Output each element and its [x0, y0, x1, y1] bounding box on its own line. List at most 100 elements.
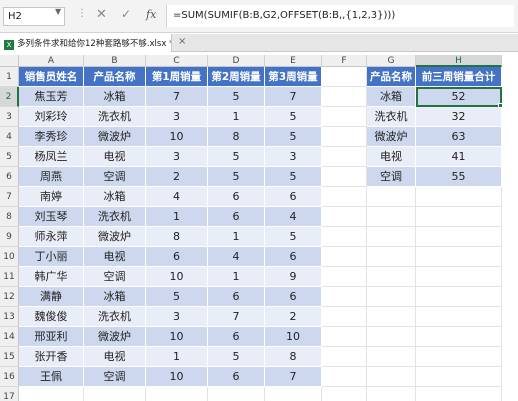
cell[interactable] [322, 127, 367, 147]
table-cell[interactable]: 张开香 [19, 347, 84, 367]
cell[interactable] [367, 207, 416, 227]
table-cell[interactable]: 空调 [84, 167, 146, 187]
table-cell[interactable]: 冰箱 [84, 287, 146, 307]
column-header[interactable]: G [367, 55, 416, 67]
cell[interactable] [416, 387, 502, 401]
table-cell[interactable]: 5 [265, 127, 322, 147]
table-cell[interactable]: 10 [146, 367, 208, 387]
column-header[interactable]: H [416, 55, 502, 67]
column-header[interactable]: B [84, 55, 146, 67]
table-cell[interactable]: 7 [265, 87, 322, 107]
table-cell[interactable]: 6 [146, 247, 208, 267]
cell[interactable] [322, 327, 367, 347]
row-header[interactable]: 12 [0, 287, 19, 307]
table-cell[interactable]: 1 [146, 207, 208, 227]
cell[interactable] [322, 267, 367, 287]
table-cell[interactable]: 1 [146, 347, 208, 367]
table-cell[interactable]: 空调 [84, 367, 146, 387]
cell[interactable] [367, 387, 416, 401]
table-cell[interactable]: 洗衣机 [84, 107, 146, 127]
select-all-corner[interactable] [0, 55, 19, 67]
table-cell[interactable]: 洗衣机 [84, 207, 146, 227]
cell[interactable] [322, 247, 367, 267]
column-header[interactable]: F [322, 55, 367, 67]
cell[interactable] [146, 387, 208, 401]
cell[interactable] [367, 347, 416, 367]
row-header[interactable]: 2 [0, 87, 19, 107]
table-cell[interactable]: 满静 [19, 287, 84, 307]
summary-cell[interactable]: 32 [416, 107, 502, 127]
table-cell[interactable]: 魏俊俊 [19, 307, 84, 327]
cell[interactable] [367, 227, 416, 247]
table-cell[interactable]: 微波炉 [84, 227, 146, 247]
summary-cell[interactable]: 空调 [367, 167, 416, 187]
cell[interactable] [322, 367, 367, 387]
summary-cell[interactable]: 63 [416, 127, 502, 147]
cell[interactable] [208, 387, 265, 401]
document-tab[interactable]: X 多列条件求和给你12种套路够不够.xlsx * [0, 34, 172, 52]
cell[interactable] [322, 107, 367, 127]
table-cell[interactable]: 6 [208, 207, 265, 227]
cell[interactable] [322, 307, 367, 327]
cell[interactable] [367, 247, 416, 267]
table-cell[interactable]: 刘彩玲 [19, 107, 84, 127]
table-cell[interactable]: 冰箱 [84, 187, 146, 207]
table-cell[interactable]: 1 [208, 107, 265, 127]
table-cell[interactable]: 3 [146, 107, 208, 127]
cell[interactable] [416, 267, 502, 287]
column-header[interactable]: E [265, 55, 322, 67]
table-cell[interactable]: 10 [146, 327, 208, 347]
table-cell[interactable]: 王佩 [19, 367, 84, 387]
insert-function-icon[interactable]: fx [146, 8, 156, 21]
table-header-cell[interactable]: 第2周销量 [208, 67, 265, 87]
table-cell[interactable]: 2 [265, 307, 322, 327]
column-header[interactable]: C [146, 55, 208, 67]
cancel-icon[interactable]: ✕ [96, 7, 107, 22]
cell[interactable] [322, 87, 367, 107]
cell[interactable] [367, 307, 416, 327]
summary-cell[interactable]: 52 [416, 87, 502, 107]
table-cell[interactable]: 10 [265, 327, 322, 347]
row-header[interactable]: 13 [0, 307, 19, 327]
table-cell[interactable]: 4 [208, 247, 265, 267]
fill-handle[interactable] [498, 103, 503, 108]
table-cell[interactable]: 6 [208, 187, 265, 207]
cell[interactable] [322, 147, 367, 167]
row-header[interactable]: 16 [0, 367, 19, 387]
table-cell[interactable]: 5 [265, 227, 322, 247]
row-header[interactable]: 1 [0, 67, 19, 87]
table-cell[interactable]: 杨凤兰 [19, 147, 84, 167]
cell[interactable] [322, 167, 367, 187]
cell[interactable] [84, 387, 146, 401]
table-cell[interactable]: 5 [146, 287, 208, 307]
row-header[interactable]: 6 [0, 167, 19, 187]
chevron-down-icon[interactable]: ▼ [55, 7, 61, 16]
table-cell[interactable]: 7 [146, 87, 208, 107]
table-cell[interactable]: 微波炉 [84, 127, 146, 147]
summary-cell[interactable]: 电视 [367, 147, 416, 167]
table-cell[interactable]: 师永萍 [19, 227, 84, 247]
row-header[interactable]: 5 [0, 147, 19, 167]
table-header-cell[interactable]: 销售员姓名 [19, 67, 84, 87]
table-cell[interactable]: 冰箱 [84, 87, 146, 107]
summary-cell[interactable]: 冰箱 [367, 87, 416, 107]
table-cell[interactable]: 7 [208, 307, 265, 327]
table-cell[interactable]: 刘玉琴 [19, 207, 84, 227]
cell[interactable] [416, 327, 502, 347]
table-cell[interactable]: 电视 [84, 347, 146, 367]
table-cell[interactable]: 6 [265, 247, 322, 267]
cell[interactable] [367, 327, 416, 347]
row-header[interactable]: 7 [0, 187, 19, 207]
table-cell[interactable]: 5 [208, 87, 265, 107]
table-cell[interactable]: 6 [208, 367, 265, 387]
table-cell[interactable]: 丁小丽 [19, 247, 84, 267]
table-cell[interactable]: 4 [265, 207, 322, 227]
table-cell[interactable]: 8 [265, 347, 322, 367]
table-cell[interactable]: 空调 [84, 267, 146, 287]
cell[interactable] [322, 207, 367, 227]
table-cell[interactable]: 3 [146, 147, 208, 167]
row-header[interactable]: 17 [0, 387, 19, 401]
column-header[interactable]: D [208, 55, 265, 67]
table-header-cell[interactable]: 第1周销量 [146, 67, 208, 87]
summary-cell[interactable]: 洗衣机 [367, 107, 416, 127]
